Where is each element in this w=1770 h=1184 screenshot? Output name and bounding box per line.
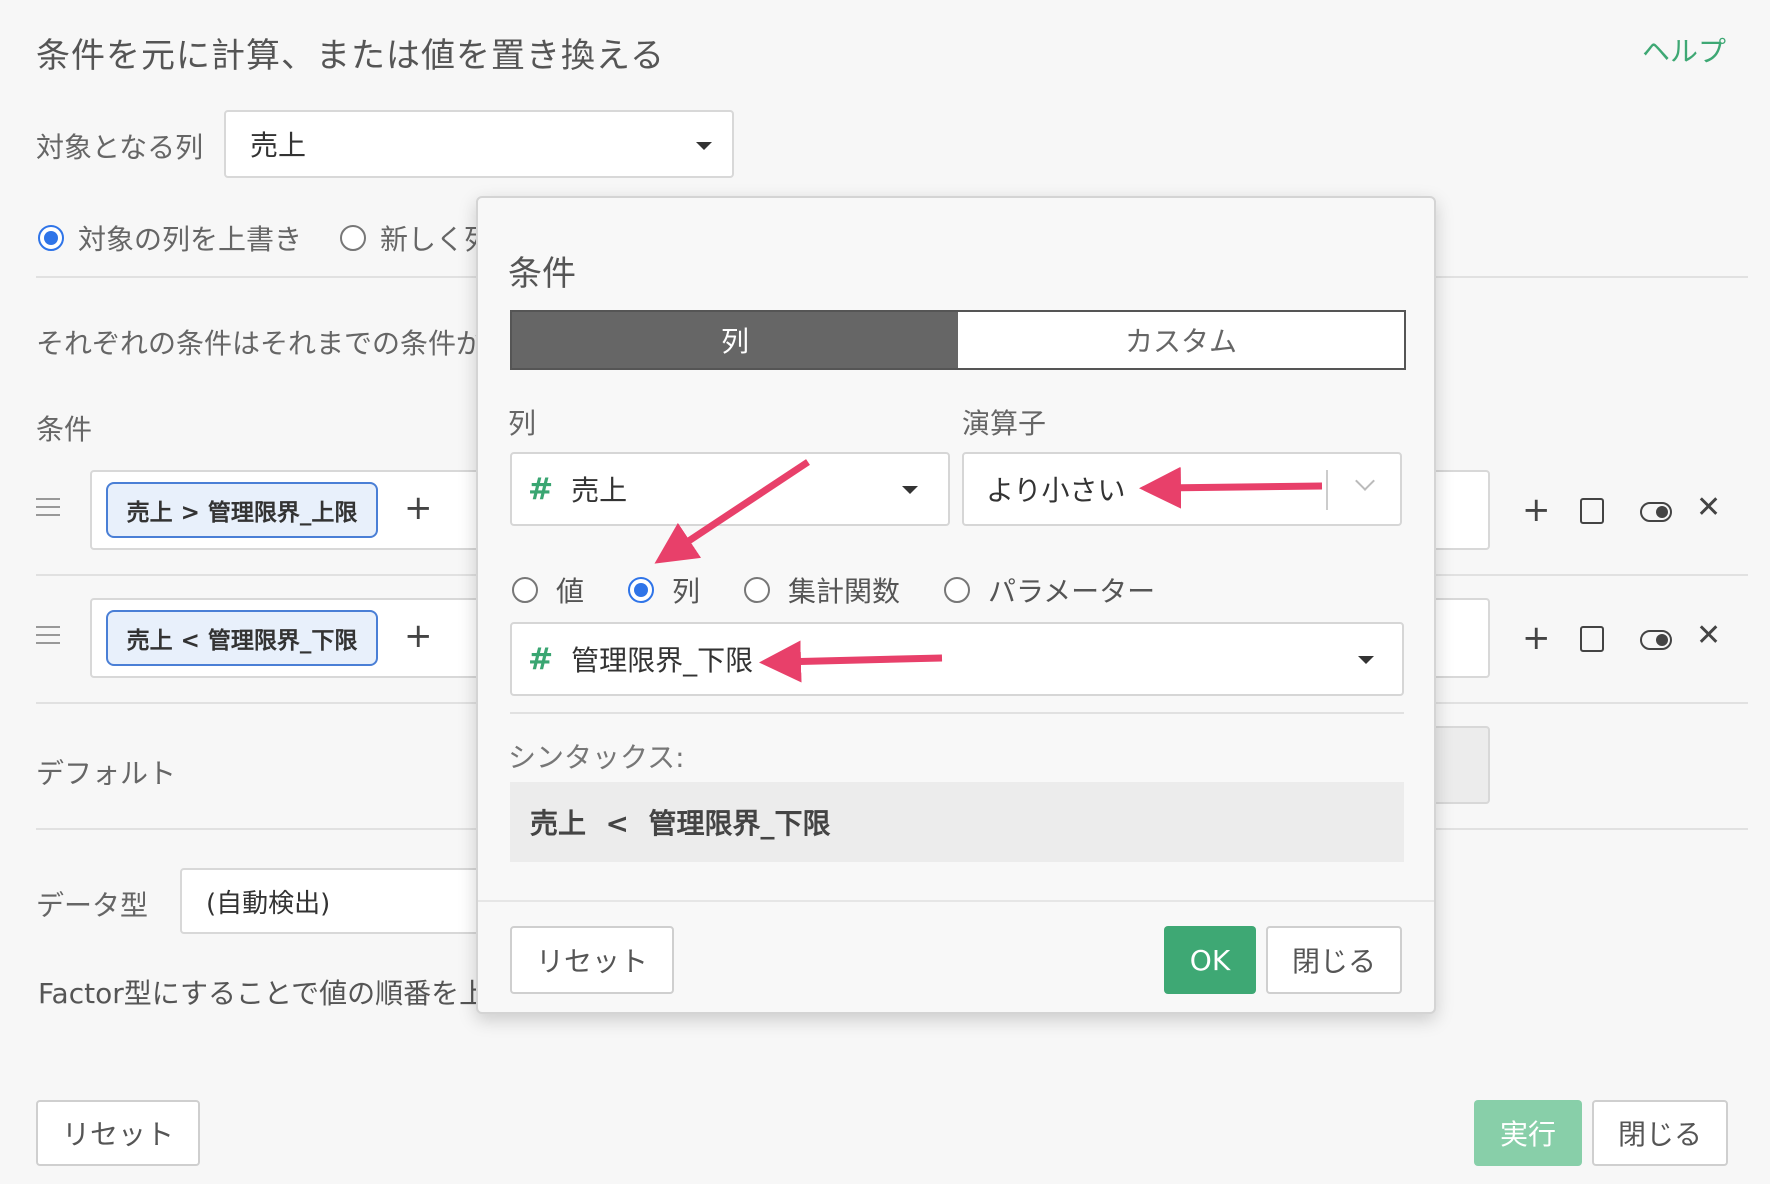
arrow-to-operator xyxy=(1139,466,1323,509)
arrow-to-column-radio xyxy=(654,459,810,564)
annotation-arrows xyxy=(654,459,1323,683)
arrow-to-compare-column xyxy=(759,640,943,683)
